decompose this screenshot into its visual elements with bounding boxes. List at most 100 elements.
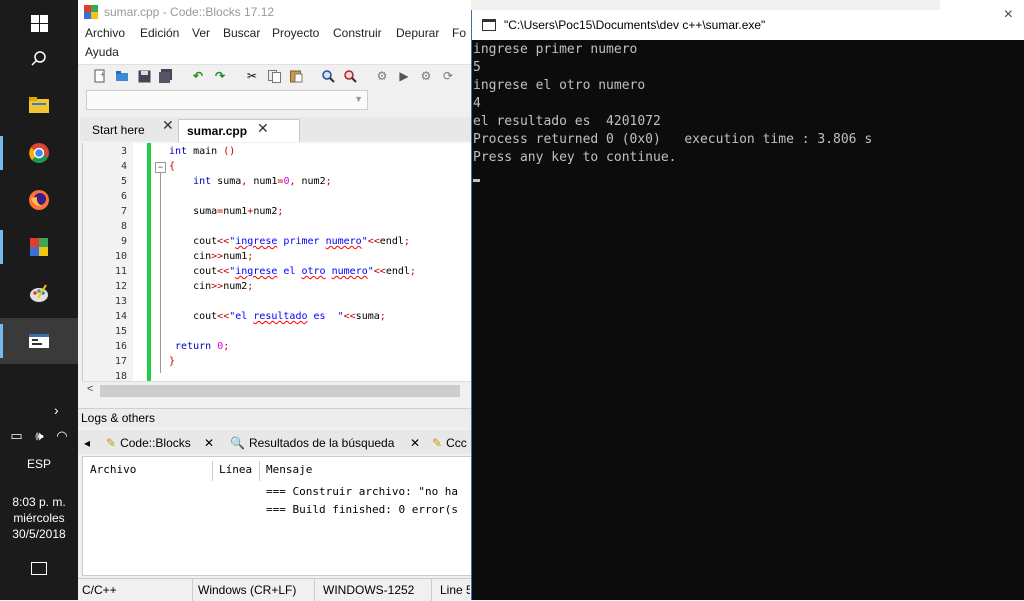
build-run-icon: ⚙ bbox=[420, 69, 432, 83]
codeblocks-titlebar[interactable]: sumar.cpp - Code::Blocks 17.12 bbox=[78, 0, 471, 24]
clock[interactable]: 8:03 p. m. miércoles 30/5/2018 bbox=[0, 494, 78, 542]
chevron-down-icon: ▼ bbox=[354, 94, 363, 104]
battery-icon[interactable]: ▭ bbox=[10, 428, 22, 444]
undo-button[interactable]: ↶ bbox=[190, 68, 206, 84]
log-tab-search-results[interactable]: 🔍 Resultados de la búsqueda bbox=[230, 433, 394, 453]
taskbar: › ▭ 🕪 ◠ ESP 8:03 p. m. miércoles 30/5/20… bbox=[0, 0, 78, 600]
taskbar-firefox[interactable] bbox=[0, 177, 78, 223]
new-file-button[interactable]: + bbox=[92, 68, 108, 84]
code-line: } bbox=[169, 356, 176, 367]
find-replace-icon bbox=[344, 70, 357, 83]
open-button[interactable] bbox=[114, 68, 130, 84]
find-button[interactable] bbox=[320, 68, 336, 84]
console-line: Press any key to continue. bbox=[473, 150, 677, 165]
paste-button[interactable] bbox=[288, 68, 304, 84]
magnifier-icon bbox=[322, 70, 335, 83]
rebuild-button[interactable]: ⟳ bbox=[440, 68, 456, 84]
tab-label: Start here bbox=[92, 123, 145, 137]
line-number: 15 bbox=[114, 326, 127, 337]
close-icon[interactable]: × bbox=[1004, 6, 1013, 24]
code-editor[interactable]: 3 4 5 6 7 8 9 10 11 12 13 14 15 16 17 18… bbox=[82, 143, 472, 381]
windows-logo-icon bbox=[30, 14, 48, 32]
language-indicator[interactable]: ESP bbox=[0, 457, 78, 471]
close-log-tab-icon[interactable]: ✕ bbox=[204, 433, 214, 453]
menu-archivo[interactable]: Archivo bbox=[85, 24, 125, 42]
tab-start-here[interactable]: Start here bbox=[84, 119, 153, 141]
console-output[interactable]: ingrese primer numero 5 ingrese el otro … bbox=[473, 41, 1023, 596]
code-line: return 0; bbox=[175, 341, 230, 352]
code-line: int main () bbox=[169, 146, 236, 157]
redo-icon: ↷ bbox=[214, 69, 226, 83]
redo-button[interactable]: ↷ bbox=[212, 68, 228, 84]
fold-line bbox=[160, 167, 161, 373]
menu-fortran[interactable]: Fo bbox=[452, 24, 466, 42]
log-row[interactable]: === Build finished: 0 error(s bbox=[266, 503, 458, 516]
run-button[interactable]: ▶ bbox=[396, 68, 412, 84]
wifi-icon[interactable]: ◠ bbox=[56, 428, 67, 444]
fold-toggle-icon[interactable]: − bbox=[155, 162, 166, 173]
save-all-button[interactable] bbox=[158, 68, 174, 84]
replace-button[interactable] bbox=[342, 68, 358, 84]
save-button[interactable] bbox=[136, 68, 152, 84]
menu-depurar[interactable]: Depurar bbox=[396, 24, 439, 42]
taskbar-file-explorer[interactable] bbox=[0, 82, 78, 128]
log-row[interactable]: === Construir archivo: "no ha bbox=[266, 485, 458, 498]
logs-scroll-left-icon[interactable]: ◂ bbox=[84, 433, 90, 453]
volume-icon[interactable]: 🕪 bbox=[35, 428, 43, 444]
build-run-button[interactable]: ⚙ bbox=[418, 68, 434, 84]
pencil-icon: ✎ bbox=[106, 436, 117, 450]
console-line: Process returned 0 (0x0) execution time … bbox=[473, 132, 873, 147]
target-combo[interactable]: ▼ bbox=[86, 90, 368, 110]
column-header-linea[interactable]: Línea bbox=[219, 463, 252, 476]
paste-icon bbox=[289, 70, 302, 83]
menu-ver[interactable]: Ver bbox=[192, 24, 210, 42]
svg-text:+: + bbox=[100, 70, 105, 79]
scrollbar-thumb[interactable] bbox=[100, 385, 460, 397]
taskbar-codeblocks[interactable] bbox=[0, 318, 78, 364]
copy-icon bbox=[267, 69, 281, 83]
build-log-table[interactable]: Archivo Línea Mensaje === Construir arch… bbox=[82, 456, 473, 576]
line-number: 6 bbox=[120, 191, 127, 202]
scroll-left-icon[interactable]: < bbox=[87, 383, 93, 395]
taskbar-paint[interactable] bbox=[0, 271, 78, 317]
column-separator[interactable] bbox=[212, 461, 213, 481]
column-header-mensaje[interactable]: Mensaje bbox=[266, 463, 312, 476]
column-header-archivo[interactable]: Archivo bbox=[90, 463, 136, 476]
taskbar-chrome[interactable] bbox=[0, 130, 78, 176]
log-tab-ccc[interactable]: ✎ Ccc bbox=[432, 433, 467, 453]
status-bar: C/C++ Windows (CR+LF) WINDOWS-1252 Line … bbox=[78, 578, 471, 601]
console-titlebar[interactable]: "C:\Users\Poc15\Documents\dev c++\sumar.… bbox=[472, 6, 1024, 40]
search-button[interactable] bbox=[0, 36, 78, 82]
clock-date: 30/5/2018 bbox=[12, 527, 66, 541]
taskbar-winrar[interactable] bbox=[0, 224, 78, 270]
log-tab-label: Ccc bbox=[446, 436, 467, 450]
close-log-tab-icon[interactable]: ✕ bbox=[410, 433, 420, 453]
editor-horizontal-scrollbar[interactable]: < bbox=[82, 381, 471, 400]
close-tab-start-here-icon[interactable]: ✕ bbox=[162, 117, 174, 134]
line-number-gutter: 3 4 5 6 7 8 9 10 11 12 13 14 15 16 17 18 bbox=[83, 143, 133, 381]
column-separator[interactable] bbox=[259, 461, 260, 481]
tab-sumar-cpp[interactable]: sumar.cpp bbox=[178, 119, 300, 142]
log-tab-codeblocks[interactable]: ✎ Code::Blocks bbox=[106, 433, 191, 453]
window-title: sumar.cpp - Code::Blocks 17.12 bbox=[104, 5, 275, 19]
menu-edicion[interactable]: Edición bbox=[140, 24, 179, 42]
close-tab-sumar-cpp-icon[interactable]: ✕ bbox=[257, 120, 269, 137]
menu-ayuda[interactable]: Ayuda bbox=[85, 43, 119, 61]
magnifier-icon: 🔍 bbox=[230, 436, 245, 450]
clock-day: miércoles bbox=[13, 511, 65, 525]
cut-button[interactable]: ✂ bbox=[244, 68, 260, 84]
copy-button[interactable] bbox=[266, 68, 282, 84]
line-number: 14 bbox=[114, 311, 127, 322]
action-center-button[interactable] bbox=[0, 562, 78, 578]
save-all-icon bbox=[159, 69, 172, 83]
menu-proyecto[interactable]: Proyecto bbox=[272, 24, 319, 42]
console-icon bbox=[482, 19, 496, 31]
console-line: ingrese el otro numero bbox=[473, 78, 646, 93]
save-icon bbox=[138, 70, 150, 82]
line-number: 11 bbox=[114, 266, 127, 277]
winrar-icon bbox=[30, 238, 48, 256]
menu-construir[interactable]: Construir bbox=[333, 24, 382, 42]
menu-buscar[interactable]: Buscar bbox=[223, 24, 260, 42]
play-icon: ▶ bbox=[399, 69, 409, 83]
settings-button[interactable]: ⚙ bbox=[374, 68, 390, 84]
